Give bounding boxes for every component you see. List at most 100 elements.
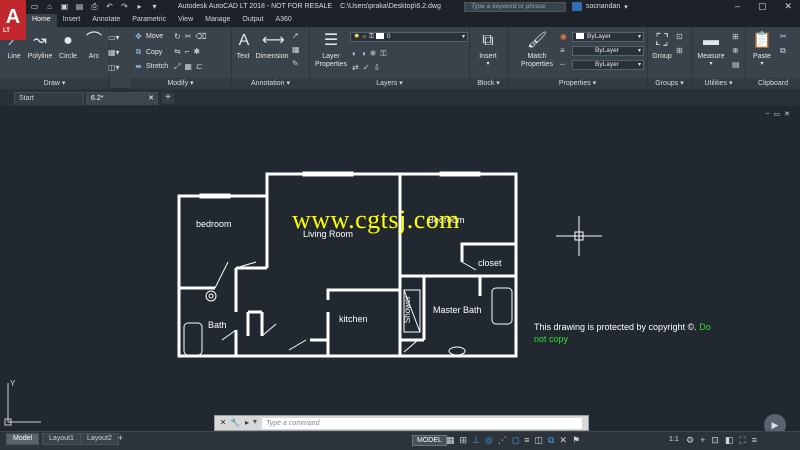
explode-icon[interactable]: ✱ [193,47,200,56]
command-input[interactable]: Type a command [262,418,582,429]
groups-panel-label[interactable]: Groups ▾ [648,78,691,89]
ungroup-icon[interactable]: ⊡ [676,32,683,41]
tab-insert[interactable]: Insert [57,14,87,27]
app-menu-button[interactable]: A LT [0,0,26,40]
save-icon[interactable]: ▣ [60,2,69,11]
region-icon[interactable]: ◫▾ [108,63,120,72]
calculator-icon[interactable]: ▤ [732,60,740,69]
annotation-visibility-icon[interactable]: ⚑ [572,435,580,446]
match-properties-button[interactable]: 🖌 Match Properties [518,31,556,69]
layer-current-icon[interactable]: ✓ [363,63,370,72]
user-name[interactable]: socnandan [586,3,620,10]
layout-tab-layout1[interactable]: Layout1 [42,433,81,445]
table-icon[interactable]: ▦ [292,45,300,54]
clipboard-panel-label[interactable]: Clipboard [746,78,800,89]
selection-cycling-icon[interactable]: ⧉ [548,435,554,446]
user-area[interactable]: socnandan ▾ [572,2,628,11]
utilities-panel-label[interactable]: Utilities ▾ [692,78,745,89]
erase-icon[interactable]: ⌫ [195,32,206,41]
copy-clip-icon[interactable]: ⧉ [780,46,787,56]
tab-annotate[interactable]: Annotate [86,14,126,27]
group-edit-icon[interactable]: ⊞ [676,46,683,55]
search-input[interactable]: Type a keyword or phrase [464,2,566,12]
layers-panel-label[interactable]: Layers ▾ [310,78,469,89]
text-button[interactable]: A Text [234,31,252,60]
tab-home[interactable]: Home [26,14,57,27]
tab-view[interactable]: View [172,14,199,27]
layout-tab-model[interactable]: Model [6,433,40,445]
scale-icon[interactable]: ⤢ [174,62,180,72]
stretch-button[interactable]: ⬌ Stretch [134,62,168,71]
modify-panel-label[interactable]: Modify ▾ [130,78,231,89]
color-dropdown[interactable]: ByLayer [572,32,644,42]
new-file-icon[interactable]: ▭ [30,2,39,11]
layer-properties-button[interactable]: ☰ Layer Properties [313,31,349,69]
file-tab-start[interactable]: Start [14,92,84,105]
copy-button[interactable]: ⧉ Copy [134,47,163,57]
rotate-icon[interactable]: ↻ [174,32,181,41]
dimension-button[interactable]: ⟷ Dimension [254,31,290,60]
tab-parametric[interactable]: Parametric [126,14,172,27]
grid-icon[interactable]: ▦ [446,435,455,446]
clean-screen-icon[interactable]: ⛶ [739,435,745,446]
draw-panel-label[interactable]: Draw ▾ [0,78,109,89]
quick-select-icon[interactable]: ⊞ [732,32,740,41]
annotation-panel-label[interactable]: Annotation ▾ [232,78,309,89]
layer-off-icon[interactable]: ◐ [352,49,357,59]
mirror-icon[interactable]: ⇋ [174,47,181,56]
layer-dropdown[interactable]: ✹ ☼ ⚿ 0 [350,32,468,42]
move-button[interactable]: ✥ Move [134,32,163,41]
arc-button[interactable]: ⌒ Arc [83,31,105,60]
undo-icon[interactable]: ↶ [105,2,114,11]
annotation-scale-value[interactable]: 1:1 [669,436,679,443]
maximize-button[interactable]: ▢ [758,1,767,12]
minimize-button[interactable]: – [735,1,740,12]
chevron-down-icon[interactable]: ▾ [624,3,628,11]
circle-button[interactable]: ● Circle [57,31,79,60]
tab-a360[interactable]: A360 [269,14,297,27]
file-tab-drawing[interactable]: 6.2* ✕ [86,92,158,105]
layer-isolate-icon[interactable]: ◑ [361,49,366,59]
qat-dropdown-icon[interactable]: ▾ [150,2,159,11]
gear-icon[interactable]: ⚙ [686,435,694,446]
ortho-icon[interactable]: ⊥ [472,435,480,446]
trim-icon[interactable]: ✂ [185,32,192,41]
command-history-icon[interactable]: ▸ [242,418,252,428]
lineweight-dropdown[interactable]: ByLayer [572,46,644,56]
lineweight-toggle-icon[interactable]: ≡ [524,435,529,446]
open-file-icon[interactable]: ⌂ [45,2,54,11]
offset-icon[interactable]: ⊏ [196,62,203,72]
layer-freeze-icon[interactable]: ❄ [370,49,377,59]
object-snap-icon[interactable]: ◻ [512,435,519,446]
annotation-scale-icon[interactable]: ✕ [559,435,567,446]
markup-icon[interactable]: ✎ [292,59,300,68]
layer-match-icon[interactable]: ⇄ [352,63,359,72]
layer-lock-icon[interactable]: ⚿ [380,49,386,59]
cut-icon[interactable]: ✂ [780,32,787,41]
rectangle-icon[interactable]: ▭▾ [108,33,120,42]
linetype-dropdown[interactable]: ByLayer [572,60,644,70]
save-as-icon[interactable]: ▤ [75,2,84,11]
print-icon[interactable]: ⎙ [90,2,99,11]
close-icon[interactable]: ✕ [148,94,154,102]
array-icon[interactable]: ▦ [184,62,192,72]
snap-icon[interactable]: ⊞ [460,435,468,446]
customization-icon[interactable]: ≡ [752,435,757,446]
model-space-button[interactable]: MODEL [412,435,447,446]
new-tab-button[interactable]: + [162,93,174,104]
share-icon[interactable]: ▸ [135,2,144,11]
paste-button[interactable]: 📋 Paste ▾ [748,31,776,67]
redo-icon[interactable]: ↷ [120,2,129,11]
transparency-icon[interactable]: ◫ [535,435,544,446]
fillet-icon[interactable]: ⌐ [185,47,190,56]
isolate-objects-icon[interactable]: ◧ [725,435,734,446]
viewport-close-icon[interactable]: ✕ [784,110,790,118]
insert-button[interactable]: ⧉ Insert ▾ [473,31,503,67]
close-icon[interactable]: ✕ [218,418,228,428]
plus-icon[interactable]: + [700,435,705,446]
polyline-button[interactable]: ↝ Polyline [26,31,54,60]
properties-panel-label[interactable]: Properties ▾ [508,78,647,89]
tab-output[interactable]: Output [236,14,269,27]
viewport-minimize-icon[interactable]: – [766,110,770,118]
hardware-acceleration-icon[interactable]: ⊡ [711,435,719,446]
